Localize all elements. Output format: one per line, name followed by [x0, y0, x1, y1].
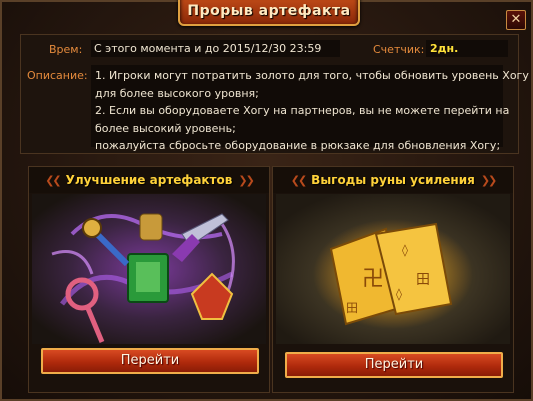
card-header: ❮❮ Улучшение артефактов ❯❯ — [29, 167, 269, 193]
artifact-breakthrough-window: Прорыв артефакта ✕ Врем: С этого момента… — [0, 0, 533, 401]
description-line: 2. Если вы оборудоваете Хогу на партнеро… — [95, 104, 510, 117]
time-label: Врем: — [49, 43, 83, 56]
counter-label: Счетчик: — [373, 43, 425, 56]
go-button[interactable]: Перейти — [285, 352, 503, 378]
close-button[interactable]: ✕ — [506, 10, 526, 30]
window-title: Прорыв артефакта — [187, 3, 351, 19]
title-plate: Прорыв артефакта — [178, 0, 360, 26]
ornament-right-icon: ❯❯ — [480, 173, 498, 187]
rune-scrolls-icon: 卍 ◊ 田 ◊ 田 — [276, 194, 510, 344]
close-icon: ✕ — [510, 12, 522, 27]
svg-text:◊: ◊ — [402, 243, 408, 257]
event-info-panel: Врем: С этого момента и до 2015/12/30 23… — [20, 34, 529, 154]
rune-boost-card: ❮❮ Выгоды руны усиления ❯❯ 卍 ◊ 田 ◊ 田 Пер… — [272, 166, 514, 393]
description-line: для более высокого уровня; — [95, 86, 259, 100]
card-title: Выгоды руны усиления — [311, 173, 475, 187]
card-title: Улучшение артефактов — [65, 173, 233, 187]
description-line: более высокий уровень; — [95, 121, 236, 135]
ornament-left-icon: ❮❮ — [290, 173, 308, 187]
card-header: ❮❮ Выгоды руны усиления ❯❯ — [273, 167, 513, 193]
time-value: С этого момента и до 2015/12/30 23:59 — [91, 40, 340, 57]
description-line: 1. Игроки могут потратить золото для тог… — [95, 69, 529, 82]
counter-value: 2дн. — [426, 40, 508, 57]
description-line: пожалуйста сбросьте оборудование в рюкза… — [95, 139, 501, 152]
svg-text:卍: 卍 — [362, 267, 384, 292]
ornament-left-icon: ❮❮ — [45, 173, 62, 187]
svg-text:◊: ◊ — [396, 287, 402, 301]
artifact-upgrade-card: ❮❮ Улучшение артефактов ❯❯ Перейти — [28, 166, 270, 393]
svg-text:田: 田 — [346, 301, 358, 315]
artifacts-icon — [32, 194, 266, 344]
description-label: Описание: — [27, 69, 88, 82]
ornament-right-icon: ❯❯ — [238, 173, 255, 187]
svg-text:田: 田 — [416, 272, 430, 288]
go-button[interactable]: Перейти — [41, 348, 259, 374]
description-text: 1. Игроки могут потратить золото для тог… — [91, 65, 529, 152]
